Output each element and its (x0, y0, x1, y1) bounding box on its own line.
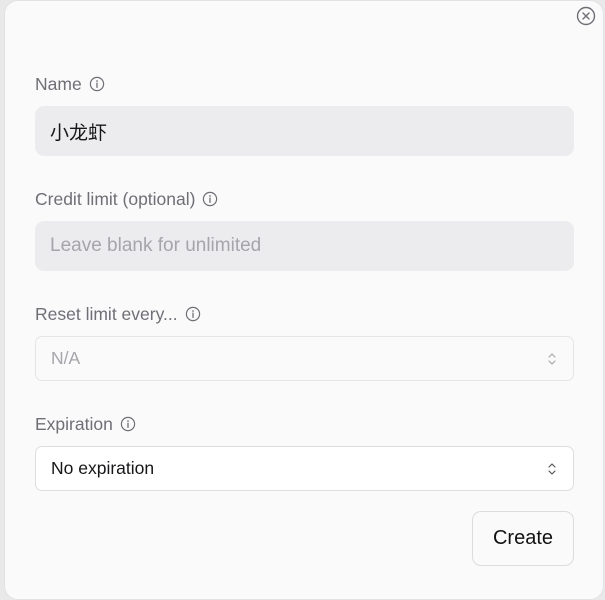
close-button[interactable] (575, 6, 597, 31)
create-key-dialog: Name Credit limit (optional) Reset limit… (4, 0, 604, 600)
reset-limit-label-row: Reset limit every... (35, 303, 201, 325)
expiration-label-row: Expiration (35, 413, 136, 435)
credit-limit-input[interactable] (35, 221, 574, 271)
name-input[interactable] (35, 106, 574, 156)
chevron-up-down-icon (546, 461, 558, 477)
info-icon[interactable] (89, 76, 105, 92)
chevron-up-down-icon (546, 351, 558, 367)
reset-limit-label: Reset limit every... (35, 303, 178, 324)
info-icon[interactable] (185, 306, 201, 322)
info-icon[interactable] (202, 191, 218, 207)
expiration-select[interactable]: No expiration (35, 446, 574, 491)
reset-limit-selected-value: N/A (51, 348, 81, 368)
create-button[interactable]: Create (472, 511, 574, 566)
credit-limit-label-row: Credit limit (optional) (35, 188, 218, 210)
name-label: Name (35, 73, 82, 94)
expiration-selected-value: No expiration (51, 458, 155, 478)
info-icon[interactable] (120, 416, 136, 432)
close-circle-icon (576, 6, 596, 31)
reset-limit-select[interactable]: N/A (35, 336, 574, 381)
credit-limit-label: Credit limit (optional) (35, 188, 196, 209)
expiration-label: Expiration (35, 413, 113, 434)
name-label-row: Name (35, 73, 105, 95)
